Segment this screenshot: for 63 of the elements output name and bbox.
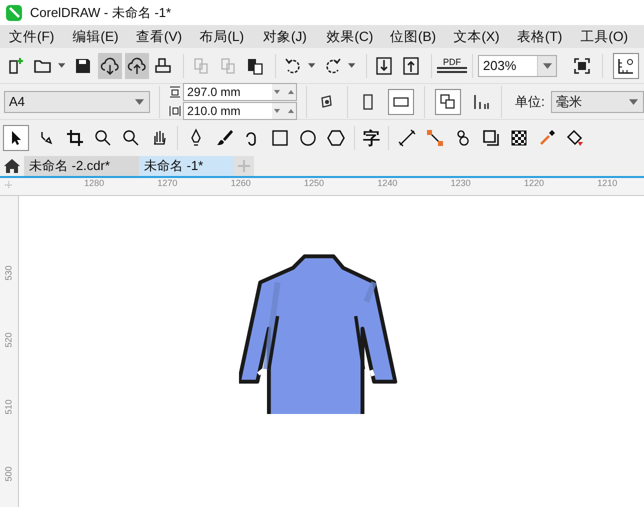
menu-item[interactable]: 对象(J) <box>263 28 326 46</box>
ruler-label: 500 <box>4 466 14 482</box>
ruler-label: 1270 <box>156 178 178 188</box>
menu-item[interactable]: 文本(X) <box>454 28 517 46</box>
caret-icon[interactable] <box>135 98 144 104</box>
zoom-combo[interactable]: 203% <box>478 54 558 76</box>
window-title: CorelDRAW - 未命名 -1* <box>30 4 172 22</box>
ellipse-icon[interactable] <box>298 128 318 148</box>
rectangle-icon[interactable] <box>270 128 290 148</box>
hexagon-icon[interactable] <box>326 128 346 148</box>
ruler-label: 1230 <box>450 178 472 188</box>
home-icon[interactable] <box>4 158 20 174</box>
crop-icon[interactable] <box>65 128 85 148</box>
spin-arrows-icon[interactable] <box>272 103 296 119</box>
page-width-icon <box>169 105 182 117</box>
fill-bucket-icon[interactable] <box>565 128 585 148</box>
cloud-download-icon[interactable] <box>98 52 122 78</box>
ruler-label: 1220 <box>522 178 545 188</box>
dimension-line-icon[interactable] <box>397 128 417 148</box>
caret-icon[interactable] <box>308 63 316 68</box>
checkerboard-icon[interactable] <box>509 128 529 148</box>
menu-item[interactable]: 编辑(E) <box>72 28 136 46</box>
document-tab[interactable]: 未命名 -1* <box>139 156 234 176</box>
caret-icon[interactable] <box>348 63 356 68</box>
ruler-label: 1250 <box>303 178 326 188</box>
ruler-label: 510 <box>4 399 14 414</box>
ruler-label: 530 <box>4 266 14 281</box>
landscape-page-icon[interactable] <box>388 88 414 114</box>
fullscreen-icon[interactable] <box>572 56 592 76</box>
shadow-icon[interactable] <box>481 128 501 148</box>
zoom-icon[interactable] <box>93 128 113 148</box>
unit-dropdown[interactable]: 毫米 <box>550 90 644 112</box>
ruler-label: 1260 <box>230 178 252 188</box>
menu-item[interactable]: 工具(O) <box>580 28 644 46</box>
all-pages-icon[interactable] <box>435 88 462 114</box>
cloud-upload-icon[interactable] <box>124 52 149 78</box>
text-tool-button[interactable]: 字 <box>363 126 380 150</box>
menu-item[interactable]: 位图(B) <box>390 28 454 46</box>
ruler-icon[interactable] <box>613 52 640 78</box>
menu-item[interactable]: 表格(T) <box>517 28 580 46</box>
caret-icon[interactable] <box>58 63 66 68</box>
ruler-origin-icon[interactable] <box>4 180 14 190</box>
ruler-label: 1280 <box>83 178 106 188</box>
spin-arrows-icon[interactable] <box>272 84 296 100</box>
connector-icon[interactable] <box>425 128 445 148</box>
caret-icon[interactable] <box>629 98 638 104</box>
menu-item[interactable]: 效果(C) <box>326 28 390 46</box>
page-size-dropdown[interactable]: A4 <box>4 90 150 112</box>
menu-item[interactable]: 查看(V) <box>136 28 200 46</box>
unit-label: 单位: <box>515 92 545 110</box>
caret-icon[interactable] <box>542 62 552 68</box>
menu-item[interactable]: 文件(F) <box>9 28 72 46</box>
ruler-label: 1240 <box>376 178 398 188</box>
magnifier-icon[interactable] <box>121 128 141 148</box>
ruler-label: 520 <box>4 332 14 348</box>
pointer-icon[interactable] <box>3 125 29 151</box>
page-height-icon <box>169 86 182 98</box>
ruler-label: 1210 <box>596 178 618 188</box>
page-height-field[interactable]: 297.0 mm <box>183 83 298 101</box>
document-tab[interactable]: 未命名 -2.cdr* <box>24 156 139 176</box>
menu-item[interactable]: 布局(L) <box>200 28 263 46</box>
app-logo-icon <box>6 4 22 20</box>
page-width-field[interactable]: 210.0 mm <box>183 102 298 120</box>
